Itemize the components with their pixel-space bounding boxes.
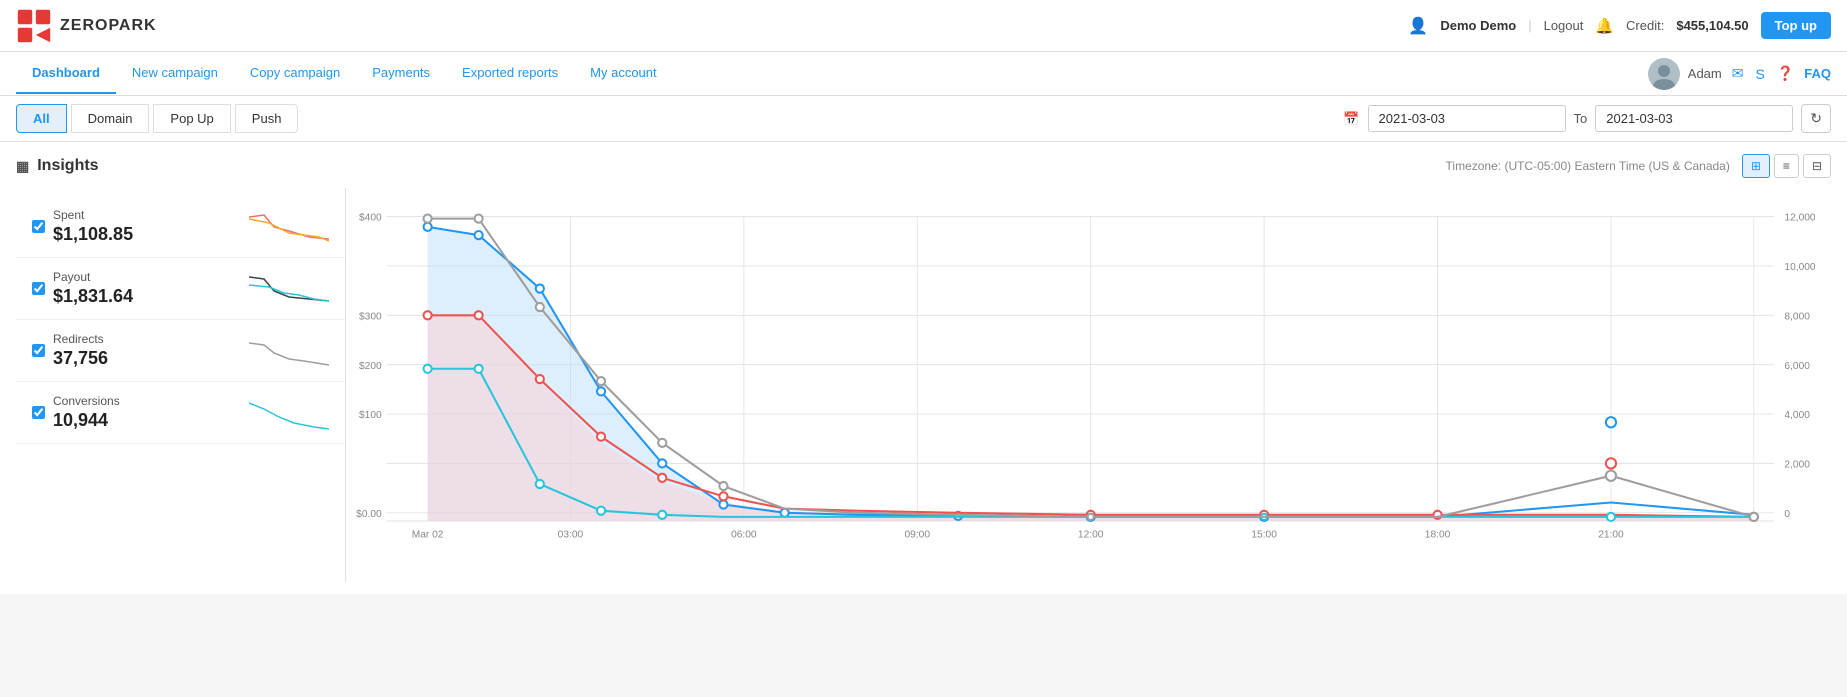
metric-info-payout: Payout $1,831.64: [53, 270, 241, 307]
refresh-button[interactable]: ↻: [1801, 104, 1831, 133]
svg-text:$0.00: $0.00: [356, 509, 382, 520]
metric-value-spent: $1,108.85: [53, 224, 241, 245]
metric-info-conversions: Conversions 10,944: [53, 394, 241, 431]
filter-tab-push[interactable]: Push: [235, 104, 299, 133]
svg-text:8,000: 8,000: [1784, 311, 1810, 322]
user-adam-label: Adam: [1688, 66, 1722, 81]
topup-button[interactable]: Top up: [1761, 12, 1831, 39]
credit-amount: $455,104.50: [1676, 18, 1748, 33]
user-name: Demo Demo: [1440, 18, 1516, 33]
metric-item-redirects: Redirects 37,756: [16, 320, 345, 382]
faq-link[interactable]: FAQ: [1804, 66, 1831, 81]
date-to-input[interactable]: [1595, 105, 1793, 132]
metric-label-conversions: Conversions: [53, 394, 241, 408]
insights-container: ▦ Insights Timezone: (UTC-05:00) Eastern…: [0, 142, 1847, 594]
svg-text:6,000: 6,000: [1784, 361, 1810, 372]
svg-text:Mar 02: Mar 02: [412, 529, 444, 540]
view-toggle: ⊞ ≡ ⊟: [1742, 154, 1831, 178]
metric-checkbox-conversions[interactable]: [32, 406, 45, 419]
svg-text:$200: $200: [359, 361, 382, 372]
chart-bar-icon: ▦: [16, 158, 29, 175]
insights-title-text: Insights: [37, 157, 98, 175]
svg-text:0: 0: [1784, 509, 1790, 520]
credit-label: Credit:: [1626, 18, 1664, 33]
nav-right-user: Adam ✉ S ❓ FAQ: [1648, 58, 1831, 90]
svg-text:15:00: 15:00: [1251, 529, 1277, 540]
metric-item-conversions: Conversions 10,944: [16, 382, 345, 444]
top-nav: ZEROPARK 👤 Demo Demo | Logout 🔔 Credit: …: [0, 0, 1847, 52]
nav-items: Dashboard New campaign Copy campaign Pay…: [16, 53, 1648, 94]
svg-text:4,000: 4,000: [1784, 410, 1810, 421]
view-grid-button[interactable]: ⊞: [1742, 154, 1770, 178]
filter-tab-domain[interactable]: Domain: [71, 104, 150, 133]
avatar: [1648, 58, 1680, 90]
metric-checkbox-payout[interactable]: [32, 282, 45, 295]
nav-item-payments[interactable]: Payments: [356, 53, 446, 94]
filter-tab-popup[interactable]: Pop Up: [153, 104, 230, 133]
svg-text:06:00: 06:00: [731, 529, 757, 540]
top-nav-right: 👤 Demo Demo | Logout 🔔 Credit: $455,104.…: [1408, 12, 1831, 39]
skype-icon[interactable]: S: [1755, 66, 1764, 82]
logo-text: ZEROPARK: [60, 17, 157, 35]
separator: |: [1528, 18, 1531, 33]
user-icon: 👤: [1408, 16, 1428, 36]
bell-icon[interactable]: 🔔: [1595, 17, 1614, 35]
nav-item-new-campaign[interactable]: New campaign: [116, 53, 234, 94]
chart-area: $400 $300 $200 $100 $0.00 12,000 10,000 …: [346, 188, 1831, 582]
date-from-input[interactable]: [1368, 105, 1566, 132]
metric-checkbox-redirects[interactable]: [32, 344, 45, 357]
nav-item-copy-campaign[interactable]: Copy campaign: [234, 53, 356, 94]
svg-text:$300: $300: [359, 311, 382, 322]
second-nav: Dashboard New campaign Copy campaign Pay…: [0, 52, 1847, 96]
svg-text:2,000: 2,000: [1784, 459, 1810, 470]
nav-item-dashboard[interactable]: Dashboard: [16, 53, 116, 94]
svg-text:10,000: 10,000: [1784, 262, 1815, 273]
calendar-icon: 📅: [1343, 111, 1359, 127]
date-separator: To: [1574, 111, 1588, 126]
sparkline-redirects: [249, 333, 329, 369]
insights-header: ▦ Insights Timezone: (UTC-05:00) Eastern…: [16, 154, 1831, 178]
insights-title: ▦ Insights: [16, 157, 99, 175]
metric-item-spent: Spent $1,108.85: [16, 196, 345, 258]
metric-value-conversions: 10,944: [53, 410, 241, 431]
main-chart: $400 $300 $200 $100 $0.00 12,000 10,000 …: [346, 196, 1815, 566]
metric-checkbox-spent[interactable]: [32, 220, 45, 233]
view-table-button[interactable]: ≡: [1774, 154, 1799, 178]
nav-item-exported-reports[interactable]: Exported reports: [446, 53, 574, 94]
filter-tabs: All Domain Pop Up Push: [16, 104, 298, 133]
metric-value-payout: $1,831.64: [53, 286, 241, 307]
svg-text:03:00: 03:00: [558, 529, 584, 540]
nav-item-my-account[interactable]: My account: [574, 53, 672, 94]
view-columns-button[interactable]: ⊟: [1803, 154, 1831, 178]
main-content: Spent $1,108.85 Payout $1,831.64: [16, 188, 1831, 582]
metric-label-spent: Spent: [53, 208, 241, 222]
svg-text:$100: $100: [359, 410, 382, 421]
svg-text:09:00: 09:00: [905, 529, 931, 540]
sparkline-conversions: [249, 395, 329, 431]
svg-text:12:00: 12:00: [1078, 529, 1104, 540]
metric-value-redirects: 37,756: [53, 348, 241, 369]
svg-text:21:00: 21:00: [1598, 529, 1624, 540]
logo-area: ZEROPARK: [16, 8, 157, 44]
date-range: 📅 To ↻: [1343, 104, 1831, 133]
sparkline-payout: [249, 271, 329, 307]
metric-info-spent: Spent $1,108.85: [53, 208, 241, 245]
question-icon[interactable]: ❓: [1777, 65, 1794, 82]
svg-text:18:00: 18:00: [1425, 529, 1451, 540]
metric-item-payout: Payout $1,831.64: [16, 258, 345, 320]
left-panel: Spent $1,108.85 Payout $1,831.64: [16, 188, 346, 582]
svg-text:12,000: 12,000: [1784, 213, 1815, 224]
logout-link[interactable]: Logout: [1544, 18, 1584, 33]
svg-text:$400: $400: [359, 213, 382, 224]
metric-info-redirects: Redirects 37,756: [53, 332, 241, 369]
metric-label-payout: Payout: [53, 270, 241, 284]
sparkline-spent: [249, 209, 329, 245]
filter-tab-all[interactable]: All: [16, 104, 67, 133]
logo-icon: [16, 8, 52, 44]
mail-icon[interactable]: ✉: [1732, 65, 1744, 82]
timezone-info: Timezone: (UTC-05:00) Eastern Time (US &…: [1446, 159, 1730, 173]
filter-bar: All Domain Pop Up Push 📅 To ↻: [0, 96, 1847, 142]
metric-label-redirects: Redirects: [53, 332, 241, 346]
